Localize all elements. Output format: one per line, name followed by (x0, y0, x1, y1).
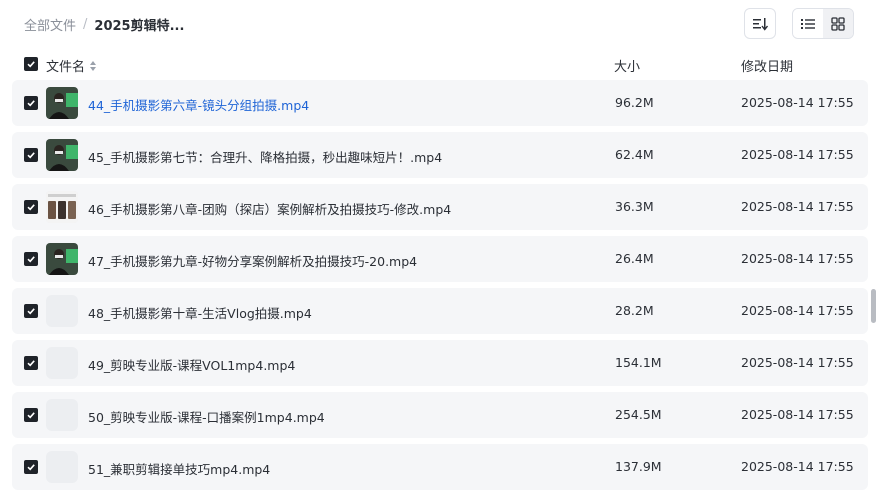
sort-arrows-icon (90, 60, 97, 71)
file-name[interactable]: 44_手机摄影第六章-镜头分组拍摄.mp4 (88, 95, 309, 114)
breadcrumb-current: 2025剪辑特... (94, 19, 185, 34)
file-date: 2025-08-14 17:55 (741, 199, 854, 214)
file-name[interactable]: 49_剪映专业版-课程VOL1mp4.mp4 (88, 355, 295, 374)
breadcrumb: 全部文件 / 2025剪辑特... (24, 15, 184, 34)
breadcrumb-separator: / (83, 17, 88, 32)
check-icon (27, 256, 35, 263)
table-row[interactable]: 47_手机摄影第九章-好物分享案例解析及拍摄技巧-20.mp4 26.4M 20… (12, 236, 868, 282)
file-size: 254.5M (615, 407, 662, 422)
file-date: 2025-08-14 17:55 (741, 303, 854, 318)
grid-view-icon (831, 16, 845, 31)
check-icon (27, 464, 35, 471)
vertical-scrollbar[interactable] (871, 289, 876, 323)
table-row[interactable]: 50_剪映专业版-课程-口播案例1mp4.mp4 254.5M 2025-08-… (12, 392, 868, 438)
row-checkbox[interactable] (24, 460, 38, 474)
file-date: 2025-08-14 17:55 (741, 355, 854, 370)
column-header-modified[interactable]: 修改日期 (741, 56, 793, 75)
column-name-label: 文件名 (46, 60, 86, 75)
row-checkbox[interactable] (24, 200, 38, 214)
table-row[interactable]: 49_剪映专业版-课程VOL1mp4.mp4 154.1M 2025-08-14… (12, 340, 868, 386)
check-icon (27, 100, 35, 107)
sort-icon (753, 17, 768, 31)
file-size: 62.4M (615, 147, 654, 162)
thumbnail-placeholder (46, 451, 78, 483)
file-browser: 全部文件 / 2025剪辑特... 文件名 大小 修改日期 44_手机摄影第六章… (0, 0, 878, 495)
list-view-button[interactable] (793, 9, 823, 38)
check-icon (27, 308, 35, 315)
file-name[interactable]: 45_手机摄影第七节：合理升、降格拍摄，秒出趣味短片！.mp4 (88, 147, 442, 166)
row-checkbox[interactable] (24, 148, 38, 162)
file-size: 154.1M (615, 355, 662, 370)
column-header-name[interactable]: 文件名 (46, 56, 97, 75)
table-row[interactable]: 45_手机摄影第七节：合理升、降格拍摄，秒出趣味短片！.mp4 62.4M 20… (12, 132, 868, 178)
check-icon (27, 152, 35, 159)
row-checkbox[interactable] (24, 356, 38, 370)
video-thumbnail (46, 87, 78, 119)
file-name[interactable]: 51_兼职剪辑接单技巧mp4.mp4 (88, 459, 270, 478)
row-checkbox[interactable] (24, 408, 38, 422)
row-checkbox[interactable] (24, 96, 38, 110)
file-date: 2025-08-14 17:55 (741, 147, 854, 162)
table-header: 文件名 大小 修改日期 (12, 50, 868, 78)
file-name[interactable]: 47_手机摄影第九章-好物分享案例解析及拍摄技巧-20.mp4 (88, 251, 417, 270)
table-row[interactable]: 51_兼职剪辑接单技巧mp4.mp4 137.9M 2025-08-14 17:… (12, 444, 868, 490)
column-header-size[interactable]: 大小 (614, 56, 640, 75)
file-date: 2025-08-14 17:55 (741, 407, 854, 422)
file-date: 2025-08-14 17:55 (741, 251, 854, 266)
row-checkbox[interactable] (24, 252, 38, 266)
thumbnail-placeholder (46, 295, 78, 327)
video-thumbnail (46, 191, 78, 223)
file-size: 96.2M (615, 95, 654, 110)
file-size: 28.2M (615, 303, 654, 318)
file-date: 2025-08-14 17:55 (741, 459, 854, 474)
file-size: 36.3M (615, 199, 654, 214)
file-name[interactable]: 48_手机摄影第十章-生活Vlog拍摄.mp4 (88, 303, 312, 322)
video-thumbnail (46, 243, 78, 275)
view-toggle (792, 8, 854, 39)
check-icon (27, 61, 35, 68)
sort-button[interactable] (744, 8, 776, 39)
check-icon (27, 360, 35, 367)
file-size: 137.9M (615, 459, 662, 474)
list-view-icon (801, 18, 815, 29)
file-name[interactable]: 50_剪映专业版-课程-口播案例1mp4.mp4 (88, 407, 325, 426)
thumbnail-placeholder (46, 347, 78, 379)
breadcrumb-root[interactable]: 全部文件 (24, 15, 76, 34)
file-size: 26.4M (615, 251, 654, 266)
table-row[interactable]: 44_手机摄影第六章-镜头分组拍摄.mp4 96.2M 2025-08-14 1… (12, 80, 868, 126)
row-checkbox[interactable] (24, 304, 38, 318)
table-row[interactable]: 46_手机摄影第八章-团购（探店）案例解析及拍摄技巧-修改.mp4 36.3M … (12, 184, 868, 230)
select-all-checkbox[interactable] (24, 57, 38, 71)
table-row[interactable]: 48_手机摄影第十章-生活Vlog拍摄.mp4 28.2M 2025-08-14… (12, 288, 868, 334)
thumbnail-placeholder (46, 399, 78, 431)
check-icon (27, 412, 35, 419)
grid-view-button[interactable] (823, 9, 853, 38)
file-name[interactable]: 46_手机摄影第八章-团购（探店）案例解析及拍摄技巧-修改.mp4 (88, 199, 451, 218)
check-icon (27, 204, 35, 211)
video-thumbnail (46, 139, 78, 171)
file-date: 2025-08-14 17:55 (741, 95, 854, 110)
